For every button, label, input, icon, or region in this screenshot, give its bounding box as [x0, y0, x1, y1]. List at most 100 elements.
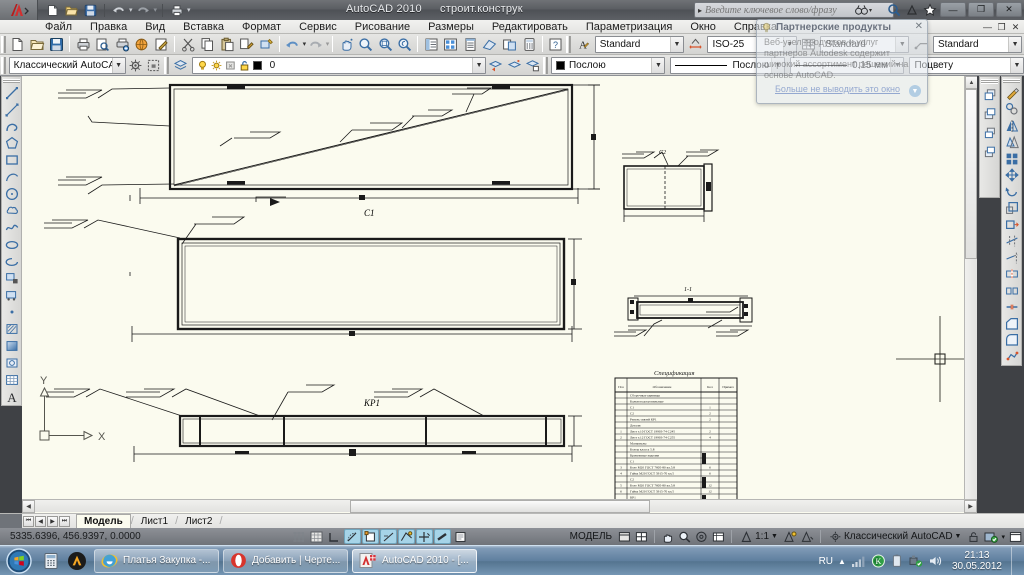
- coordinates-display[interactable]: 5335.6396, 456.9397, 0.0000: [0, 531, 290, 542]
- plot-button-tb[interactable]: [73, 35, 93, 54]
- offset-tool[interactable]: [1002, 134, 1022, 151]
- break-tool[interactable]: [1002, 282, 1022, 299]
- search-magnifier-button[interactable]: [886, 2, 902, 18]
- new-button[interactable]: [8, 35, 28, 54]
- spline-tool[interactable]: [2, 219, 22, 236]
- search-dropdown-arrow-icon[interactable]: ▾: [869, 7, 872, 14]
- zoom-previous-button[interactable]: [395, 35, 415, 54]
- point-tool[interactable]: [2, 304, 22, 321]
- markup-button[interactable]: [152, 35, 172, 54]
- properties-palette-button[interactable]: [421, 35, 441, 54]
- workspace-settings-button[interactable]: [126, 56, 145, 75]
- polar-toggle[interactable]: [344, 529, 361, 544]
- menu-dimensions[interactable]: Размеры: [419, 20, 483, 34]
- battery-icon[interactable]: [891, 554, 903, 568]
- erase-tool[interactable]: [1002, 84, 1022, 101]
- drawing-canvas[interactable]: С1 С2 КР1 1-1 Спецификация Поз Обозначени…: [22, 76, 977, 513]
- region-tool[interactable]: [2, 354, 22, 371]
- 3dprint-button[interactable]: [132, 35, 152, 54]
- send-under-object-tool[interactable]: [980, 142, 1000, 161]
- layout-tab-model[interactable]: Модель: [76, 514, 131, 528]
- vertical-scroll-thumb[interactable]: [965, 89, 977, 259]
- undo-button[interactable]: [110, 2, 127, 19]
- line-tool[interactable]: [2, 84, 22, 101]
- quicklaunch-calculator[interactable]: [38, 548, 64, 574]
- network-signal-icon[interactable]: [851, 554, 866, 568]
- toolbar-lock-button[interactable]: [965, 529, 982, 544]
- qp-toggle[interactable]: [452, 529, 469, 544]
- search-input[interactable]: [705, 4, 854, 16]
- zoom-window-button[interactable]: [375, 35, 395, 54]
- designcenter-button[interactable]: [441, 35, 461, 54]
- layout-nav-next[interactable]: ▶: [47, 515, 58, 527]
- layer-previous-button[interactable]: [486, 56, 505, 75]
- menu-insert[interactable]: Вставка: [174, 20, 233, 34]
- annotation-visibility-button[interactable]: [782, 529, 799, 544]
- taskbar-item-ie[interactable]: Платья Закупка -...: [94, 548, 219, 573]
- insert-block-tool[interactable]: [2, 270, 22, 287]
- infocenter-expand-icon[interactable]: ▸: [695, 6, 705, 15]
- viewport-config-button[interactable]: [633, 529, 650, 544]
- chevron-down-icon[interactable]: ▼: [1008, 36, 1022, 52]
- start-button[interactable]: [0, 547, 38, 575]
- chamfer-tool[interactable]: [1002, 315, 1022, 332]
- join-tool[interactable]: [1002, 299, 1022, 316]
- signin-button[interactable]: [904, 2, 920, 18]
- menu-draw[interactable]: Рисование: [346, 20, 419, 34]
- bring-to-front-tool[interactable]: [980, 85, 1000, 104]
- antivirus-icon[interactable]: K: [871, 554, 886, 568]
- chevron-down-icon[interactable]: ▼: [771, 533, 778, 540]
- toolbar-grip-properties[interactable]: [543, 56, 548, 74]
- maximize-button[interactable]: ❐: [968, 2, 994, 17]
- circle-tool[interactable]: [2, 186, 22, 203]
- balloon-close-button[interactable]: ✕: [915, 21, 923, 32]
- steeringwheels-button[interactable]: [693, 529, 710, 544]
- vertical-scrollbar[interactable]: ▲ ▼: [964, 76, 977, 513]
- polygon-tool[interactable]: [2, 135, 22, 152]
- ortho-toggle[interactable]: [326, 529, 343, 544]
- close-button[interactable]: ✕: [996, 2, 1022, 17]
- color-combo[interactable]: Послою ▼: [550, 56, 666, 74]
- layout-tab-sheet1[interactable]: Лист1: [134, 514, 175, 528]
- undo-button-tb[interactable]: [283, 35, 303, 54]
- text-style-combo[interactable]: Standard ▼: [594, 35, 684, 53]
- layer-combo[interactable]: 0 ▼: [191, 56, 487, 74]
- favorites-button[interactable]: [922, 2, 938, 18]
- lineweight-toggle[interactable]: [434, 529, 451, 544]
- dyn-toggle[interactable]: [416, 529, 433, 544]
- balloon-expand-icon[interactable]: ▼: [909, 85, 921, 97]
- explode-tool[interactable]: [1002, 349, 1022, 366]
- clock[interactable]: 21:13 30.05.2012: [948, 550, 1006, 572]
- sheetset-button[interactable]: [480, 35, 500, 54]
- menu-edit[interactable]: Правка: [81, 20, 136, 34]
- toolbar-grip-workspaces[interactable]: [1, 56, 6, 74]
- taskbar-item-autocad[interactable]: AutoCAD 2010 - [...: [352, 548, 477, 573]
- array-tool[interactable]: [1002, 150, 1022, 167]
- minimize-button[interactable]: —: [940, 2, 966, 17]
- redo-dropdown-arrow-icon[interactable]: ▾: [154, 6, 158, 14]
- stretch-tool[interactable]: [1002, 216, 1022, 233]
- text-style-button[interactable]: A: [573, 35, 593, 54]
- break-at-point-tool[interactable]: [1002, 266, 1022, 283]
- document-minimize-button[interactable]: —: [982, 22, 993, 32]
- menu-format[interactable]: Формат: [233, 20, 290, 34]
- ellipse-tool[interactable]: [2, 236, 22, 253]
- document-close-button[interactable]: ✕: [1010, 22, 1021, 32]
- info-center-search[interactable]: ▸ ▾: [694, 2, 894, 18]
- menu-parametric[interactable]: Параметризация: [577, 20, 681, 34]
- hatch-tool[interactable]: [2, 321, 22, 338]
- lock-ui-button[interactable]: [144, 56, 163, 75]
- bring-above-object-tool[interactable]: [980, 123, 1000, 142]
- rectangle-tool[interactable]: [2, 152, 22, 169]
- new-file-button[interactable]: [44, 2, 61, 19]
- match-properties-button[interactable]: [237, 35, 257, 54]
- layout-nav-last[interactable]: ⏭: [59, 515, 70, 527]
- balloon-dismiss-link[interactable]: Больше не выводить это окно: [775, 84, 900, 94]
- fullscreen-toggle[interactable]: [1007, 529, 1024, 544]
- chevron-down-icon[interactable]: ▼: [111, 57, 125, 73]
- ducs-toggle[interactable]: [398, 529, 415, 544]
- grid-toggle[interactable]: [308, 529, 325, 544]
- show-hidden-icons-button[interactable]: ▲: [838, 557, 846, 566]
- layout-nav-first[interactable]: ⏮: [23, 515, 34, 527]
- toolbar-grip-layers[interactable]: [164, 56, 169, 74]
